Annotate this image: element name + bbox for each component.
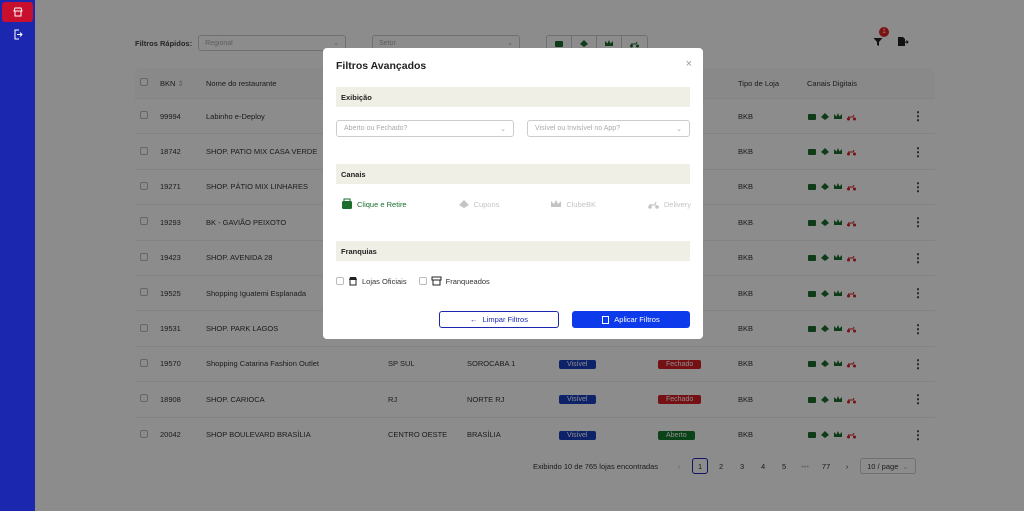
franchise-options: Lojas Oficiais Franqueados	[336, 276, 490, 286]
sidebar-item-stores[interactable]	[2, 2, 33, 22]
channel-cupons[interactable]: Cupons	[458, 199, 499, 209]
clear-filters-button[interactable]: ← Limpar Filtros	[439, 311, 559, 328]
channel-delivery[interactable]: Delivery	[647, 199, 691, 209]
chevron-down-icon: ⌄	[500, 125, 506, 133]
sidebar	[0, 0, 35, 511]
modal-title: Filtros Avançados	[336, 60, 427, 72]
advanced-filters-modal: Filtros Avançados × Exibição Aberto ou F…	[323, 48, 703, 339]
bag-icon	[342, 198, 352, 209]
visibility-select[interactable]: Visível ou Invisível no App? ⌄	[527, 120, 690, 137]
sidebar-item-logout[interactable]	[2, 24, 33, 44]
apply-filters-button[interactable]: Aplicar Filtros	[572, 311, 690, 328]
store-icon	[349, 277, 357, 286]
section-franquias: Franquias	[336, 241, 690, 261]
store-icon	[12, 7, 23, 17]
channel-clubebk[interactable]: ClubeBK	[550, 199, 596, 209]
section-exibicao: Exibição	[336, 87, 690, 107]
storefront-icon	[431, 276, 442, 286]
channel-click-retire[interactable]: Clique e Retire	[341, 198, 407, 210]
save-icon	[602, 315, 610, 324]
official-stores-option[interactable]: Lojas Oficiais	[336, 276, 407, 286]
crown-icon	[551, 200, 562, 207]
franchisees-checkbox[interactable]	[418, 277, 427, 285]
channel-options: Clique e Retire Cupons ClubeBK Delivery	[341, 198, 691, 210]
franchisees-option[interactable]: Franqueados	[418, 276, 490, 286]
open-closed-select[interactable]: Aberto ou Fechado? ⌄	[336, 120, 514, 137]
arrow-left-icon: ←	[470, 315, 478, 324]
chevron-down-icon: ⌄	[676, 125, 682, 133]
section-canais: Canais	[336, 164, 690, 184]
coupon-icon	[458, 200, 469, 208]
official-stores-checkbox[interactable]	[336, 277, 344, 285]
scooter-icon	[648, 201, 659, 209]
close-icon[interactable]: ×	[686, 58, 692, 70]
logout-icon	[14, 29, 23, 39]
